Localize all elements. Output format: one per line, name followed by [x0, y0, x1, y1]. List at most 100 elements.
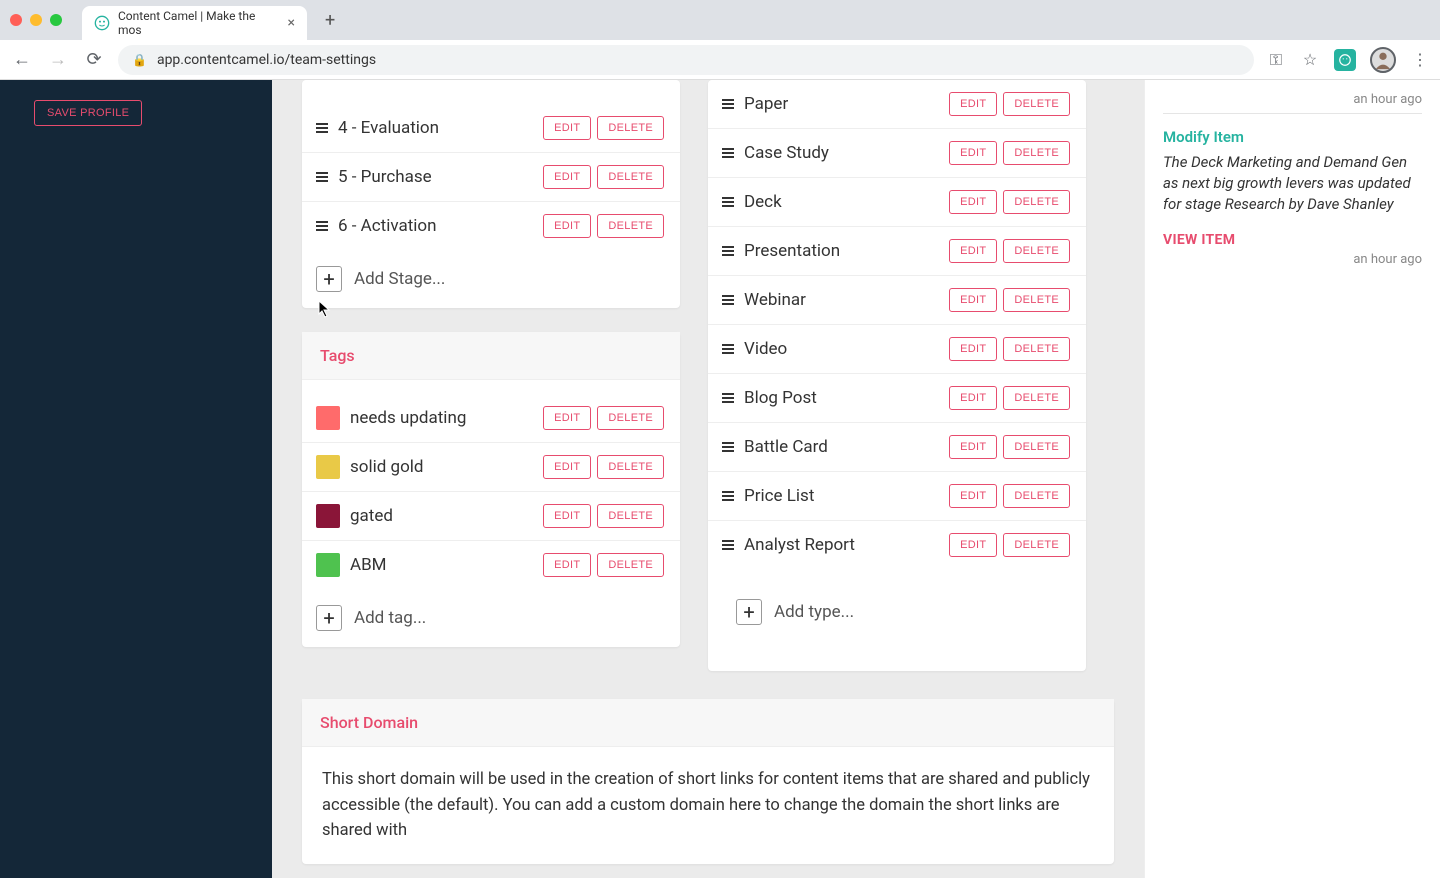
stage-label: 6 - Activation — [338, 216, 533, 236]
drag-handle-icon[interactable] — [722, 343, 734, 355]
type-label: Case Study — [744, 143, 939, 163]
drag-handle-icon[interactable] — [722, 539, 734, 551]
edit-button[interactable]: EDIT — [949, 92, 997, 116]
drag-handle-icon[interactable] — [722, 196, 734, 208]
add-tag-button[interactable]: + Add tag... — [302, 589, 680, 647]
edit-button[interactable]: EDIT — [949, 533, 997, 557]
close-window-icon[interactable] — [10, 14, 22, 26]
drag-handle-icon[interactable] — [722, 245, 734, 257]
favicon-icon — [94, 15, 110, 31]
type-row: Analyst Report EDITDELETE — [708, 521, 1086, 569]
stage-label: 5 - Purchase — [338, 167, 533, 187]
key-icon[interactable]: ⚿ — [1266, 50, 1286, 70]
delete-button[interactable]: DELETE — [1003, 533, 1070, 557]
type-row: PaperEDITDELETE — [708, 80, 1086, 129]
delete-button[interactable]: DELETE — [1003, 141, 1070, 165]
edit-button[interactable]: EDIT — [949, 141, 997, 165]
delete-button[interactable]: DELETE — [1003, 288, 1070, 312]
stage-row: 5 - Purchase EDITDELETE — [302, 153, 680, 202]
plus-icon: + — [736, 599, 762, 625]
url-input[interactable]: 🔒 app.contentcamel.io/team-settings — [118, 45, 1254, 75]
add-stage-button[interactable]: + Add Stage... — [302, 250, 680, 308]
drag-handle-icon[interactable] — [722, 392, 734, 404]
minimize-window-icon[interactable] — [30, 14, 42, 26]
delete-button[interactable]: DELETE — [597, 455, 664, 479]
activity-timestamp: an hour ago — [1163, 252, 1422, 267]
stages-card: 4 - EvaluationEDITDELETE5 - PurchaseEDIT… — [302, 80, 680, 308]
new-tab-button[interactable]: + — [317, 6, 343, 35]
drag-handle-icon[interactable] — [316, 122, 328, 134]
zoom-window-icon[interactable] — [50, 14, 62, 26]
tag-label: ABM — [350, 555, 533, 575]
edit-button[interactable]: EDIT — [543, 214, 591, 238]
type-label: Presentation — [744, 241, 939, 261]
drag-handle-icon[interactable] — [722, 98, 734, 110]
tags-card: Tags needs updatingEDITDELETEsolid goldE… — [302, 332, 680, 647]
delete-button[interactable]: DELETE — [1003, 337, 1070, 361]
edit-button[interactable]: EDIT — [543, 553, 591, 577]
add-type-button[interactable]: + Add type... — [708, 583, 1086, 641]
edit-button[interactable]: EDIT — [949, 386, 997, 410]
edit-button[interactable]: EDIT — [543, 455, 591, 479]
activity-timestamp: an hour ago — [1163, 92, 1422, 107]
delete-button[interactable]: DELETE — [1003, 92, 1070, 116]
edit-button[interactable]: EDIT — [949, 288, 997, 312]
edit-button[interactable]: EDIT — [949, 435, 997, 459]
delete-button[interactable]: DELETE — [1003, 239, 1070, 263]
star-icon[interactable]: ☆ — [1300, 50, 1320, 70]
edit-button[interactable]: EDIT — [949, 337, 997, 361]
tag-label: needs updating — [350, 408, 533, 428]
edit-button[interactable]: EDIT — [949, 239, 997, 263]
browser-tab[interactable]: Content Camel | Make the mos × — [82, 6, 307, 40]
edit-button[interactable]: EDIT — [543, 406, 591, 430]
reload-button[interactable]: ⟳ — [82, 49, 106, 70]
back-button[interactable]: ← — [10, 49, 34, 70]
delete-button[interactable]: DELETE — [1003, 435, 1070, 459]
forward-button[interactable]: → — [46, 49, 70, 70]
type-label: Blog Post — [744, 388, 939, 408]
drag-handle-icon[interactable] — [722, 294, 734, 306]
type-label: Analyst Report — [744, 535, 939, 555]
delete-button[interactable]: DELETE — [597, 116, 664, 140]
view-item-link[interactable]: VIEW ITEM — [1163, 232, 1235, 248]
tag-row: gated EDITDELETE — [302, 492, 680, 541]
type-row: DeckEDITDELETE — [708, 178, 1086, 227]
edit-button[interactable]: EDIT — [543, 504, 591, 528]
edit-button[interactable]: EDIT — [949, 484, 997, 508]
close-tab-icon[interactable]: × — [288, 15, 295, 31]
edit-button[interactable]: EDIT — [543, 165, 591, 189]
kebab-menu-icon[interactable]: ⋮ — [1410, 50, 1430, 70]
url-text: app.contentcamel.io/team-settings — [157, 52, 376, 68]
delete-button[interactable]: DELETE — [1003, 484, 1070, 508]
extension-icon[interactable] — [1334, 49, 1356, 71]
browser-chrome: Content Camel | Make the mos × + ← → ⟳ 🔒… — [0, 0, 1440, 80]
drag-handle-icon[interactable] — [316, 220, 328, 232]
delete-button[interactable]: DELETE — [597, 406, 664, 430]
stage-row: 6 - Activation EDITDELETE — [302, 202, 680, 250]
tag-label: gated — [350, 506, 533, 526]
tag-label: solid gold — [350, 457, 533, 477]
delete-button[interactable]: DELETE — [597, 504, 664, 528]
delete-button[interactable]: DELETE — [1003, 386, 1070, 410]
drag-handle-icon[interactable] — [722, 441, 734, 453]
tab-bar: Content Camel | Make the mos × + — [0, 0, 1440, 40]
tags-card-title: Tags — [302, 332, 680, 380]
delete-button[interactable]: DELETE — [597, 165, 664, 189]
profile-avatar[interactable] — [1370, 47, 1396, 73]
edit-button[interactable]: EDIT — [949, 190, 997, 214]
short-domain-text: This short domain will be used in the cr… — [302, 747, 1114, 864]
drag-handle-icon[interactable] — [316, 171, 328, 183]
delete-button[interactable]: DELETE — [1003, 190, 1070, 214]
drag-handle-icon[interactable] — [722, 147, 734, 159]
types-card: PaperEDITDELETECase StudyEDITDELETEDeckE… — [708, 80, 1086, 671]
delete-button[interactable]: DELETE — [597, 553, 664, 577]
save-profile-button[interactable]: SAVE PROFILE — [34, 100, 142, 126]
delete-button[interactable]: DELETE — [597, 214, 664, 238]
type-row: Blog Post EDITDELETE — [708, 374, 1086, 423]
edit-button[interactable]: EDIT — [543, 116, 591, 140]
stage-label: 4 - Evaluation — [338, 118, 533, 138]
add-type-label: Add type... — [774, 602, 854, 622]
drag-handle-icon[interactable] — [722, 490, 734, 502]
type-row: WebinarEDITDELETE — [708, 276, 1086, 325]
short-domain-card: Short Domain This short domain will be u… — [302, 699, 1114, 864]
